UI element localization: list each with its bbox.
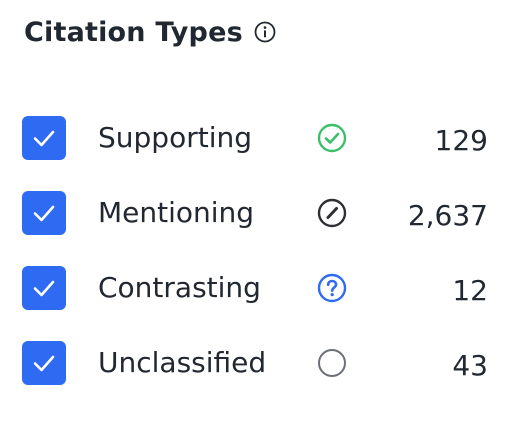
filter-title: Citation Types [24,16,243,48]
info-icon[interactable] [253,20,277,44]
checkmark-icon [33,280,55,297]
slash-circle-icon [314,195,350,231]
contrasting-label: Contrasting [98,271,261,304]
citation-type-row-supporting[interactable]: Supporting 129 [22,116,502,164]
mentioning-count: 2,637 [407,199,488,232]
citation-type-row-mentioning[interactable]: Mentioning 2,637 [22,191,502,239]
citation-types-filter: Citation Types Supporting 129 Mentioning… [0,0,524,426]
question-circle-icon [314,270,350,306]
supporting-checkbox[interactable] [22,116,66,160]
citation-type-row-contrasting[interactable]: Contrasting 12 [22,266,502,314]
supporting-label: Supporting [98,121,252,154]
unclassified-checkbox[interactable] [22,341,66,385]
citation-type-row-unclassified[interactable]: Unclassified 43 [22,341,502,389]
unclassified-label: Unclassified [98,346,267,379]
empty-circle-icon [314,345,350,381]
checkmark-icon [33,355,55,372]
filter-header: Citation Types [24,14,277,50]
contrasting-count: 12 [452,274,488,307]
unclassified-count: 43 [452,349,488,382]
supporting-count: 129 [434,124,488,157]
check-circle-icon [314,120,350,156]
checkmark-icon [33,205,55,222]
mentioning-checkbox[interactable] [22,191,66,235]
checkmark-icon [33,130,55,147]
contrasting-checkbox[interactable] [22,266,66,310]
mentioning-label: Mentioning [98,196,255,229]
